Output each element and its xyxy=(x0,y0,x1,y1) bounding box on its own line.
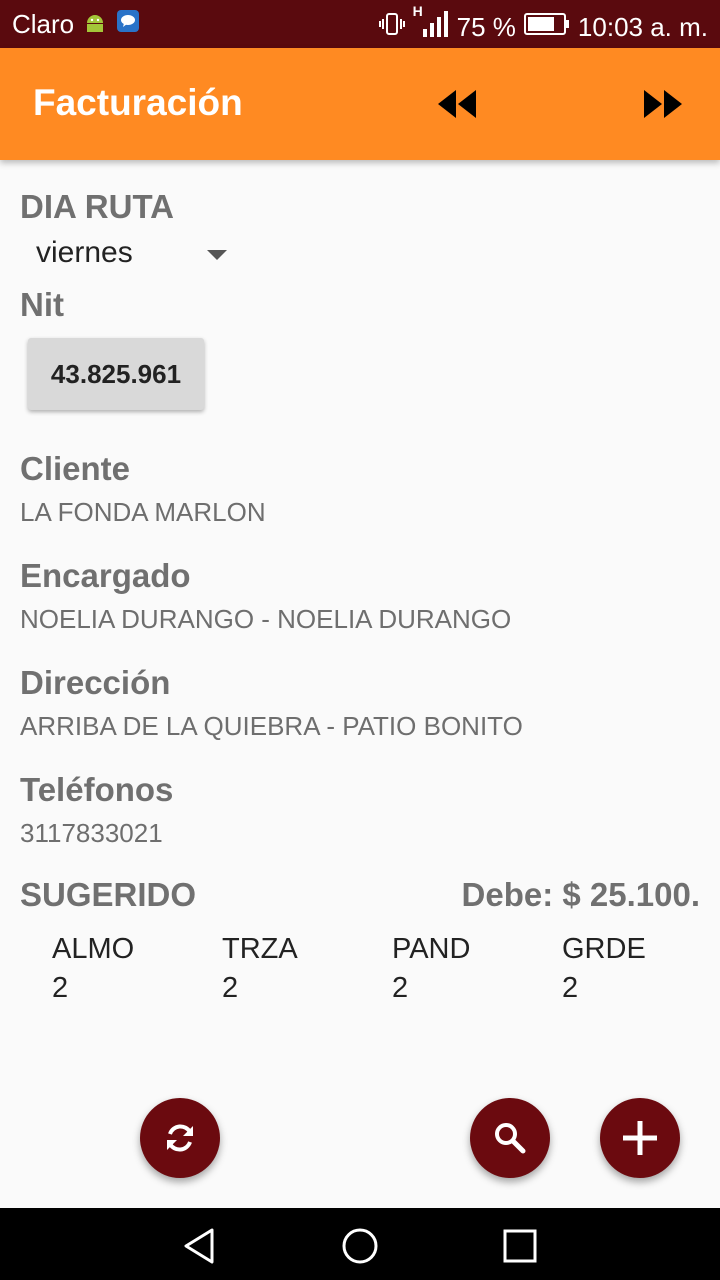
next-button[interactable] xyxy=(640,84,686,124)
status-bar: Claro H 75 % 10:03 a. m. xyxy=(0,0,720,48)
sugerido-item-qty: 2 xyxy=(222,972,239,1004)
sugerido-item-code: TRZA xyxy=(222,933,298,965)
telefonos-label: Teléfonos xyxy=(20,771,174,808)
debe-amount: Debe: $ 25.100. xyxy=(461,876,700,913)
sugerido-item-code: PAND xyxy=(392,933,471,965)
sugerido-item: ALMO 2 xyxy=(52,930,172,1008)
network-type-label: H xyxy=(412,3,423,19)
sugerido-label: SUGERIDO xyxy=(20,876,197,913)
encargado-value: NOELIA DURANGO - NOELIA DURANGO xyxy=(20,604,512,634)
dia-ruta-dropdown[interactable]: viernes xyxy=(20,228,230,280)
back-triangle-icon xyxy=(184,1228,214,1264)
fast-forward-icon xyxy=(644,90,682,118)
sugerido-item: PAND 2 xyxy=(392,930,512,1008)
telefonos-value: 3117833021 xyxy=(20,818,163,848)
search-button[interactable] xyxy=(470,1098,550,1178)
rewind-icon xyxy=(438,90,476,118)
clock: 10:03 a. m. xyxy=(577,12,708,42)
home-button[interactable] xyxy=(340,1226,380,1266)
home-circle-icon xyxy=(342,1228,378,1264)
add-icon xyxy=(623,1121,657,1155)
dia-ruta-value: viernes xyxy=(36,236,133,269)
sugerido-item-qty: 2 xyxy=(392,972,409,1004)
previous-button[interactable] xyxy=(434,84,480,124)
sync-button[interactable] xyxy=(140,1098,220,1178)
dia-ruta-label: DIA RUTA xyxy=(20,188,174,225)
sugerido-item-code: ALMO xyxy=(52,933,135,965)
battery-percent: 75 % xyxy=(456,12,516,42)
sugerido-item: TRZA 2 xyxy=(222,930,342,1008)
search-icon xyxy=(495,1123,526,1154)
encargado-label: Encargado xyxy=(20,557,191,594)
app-bar: Facturación xyxy=(0,48,720,160)
sugerido-item-qty: 2 xyxy=(52,972,69,1004)
sugerido-item-code: GRDE xyxy=(562,933,646,965)
direccion-label: Dirección xyxy=(20,664,171,701)
message-icon xyxy=(116,9,140,40)
page-title: Facturación xyxy=(33,82,243,123)
signal-icon: H xyxy=(413,3,449,46)
cliente-label: Cliente xyxy=(20,450,131,487)
vibrate-icon xyxy=(378,11,405,44)
sync-icon xyxy=(167,1124,193,1152)
system-navigation-bar xyxy=(0,1208,720,1280)
nit-button[interactable]: 43.825.961 xyxy=(28,338,204,410)
sugerido-item-qty: 2 xyxy=(562,972,579,1004)
cliente-value: LA FONDA MARLON xyxy=(20,497,266,527)
add-button[interactable] xyxy=(600,1098,680,1178)
recents-square-icon xyxy=(503,1229,537,1263)
dropdown-arrow-icon xyxy=(207,250,227,260)
recents-button[interactable] xyxy=(500,1226,540,1266)
android-icon xyxy=(84,9,106,40)
back-button[interactable] xyxy=(180,1226,220,1266)
direccion-value: ARRIBA DE LA QUIEBRA - PATIO BONITO xyxy=(20,711,523,741)
battery-icon xyxy=(523,12,570,43)
sugerido-item: GRDE 2 xyxy=(562,930,682,1008)
nit-label: Nit xyxy=(20,286,64,323)
carrier-label: Claro xyxy=(12,9,75,39)
